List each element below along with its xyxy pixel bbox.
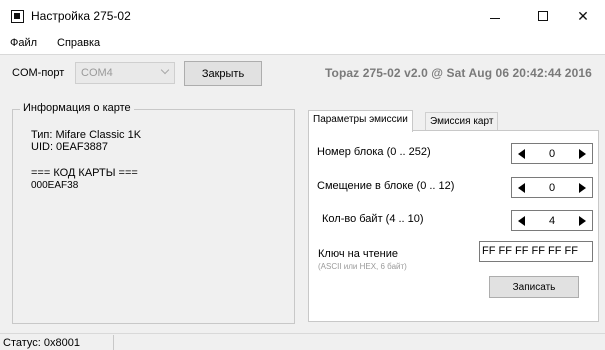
com-port-value: COM4 [81,67,113,79]
block-number-value: 0 [548,148,556,160]
tab-emission-params[interactable]: Параметры эмиссии [308,110,413,132]
window-title: Настройка 275-02 [31,9,131,23]
close-icon: ✕ [577,7,589,24]
minimize-button[interactable] [473,0,517,32]
status-text: Статус: 0x8001 [3,337,80,349]
card-type: Тип: Mifare Classic 1K [31,129,142,141]
write-button[interactable]: Записать [489,276,579,298]
close-port-button[interactable]: Закрыть [184,61,262,86]
block-number-label: Номер блока (0 .. 252) [317,146,431,158]
increment-icon[interactable] [579,216,586,226]
decrement-icon[interactable] [518,183,525,193]
maximize-icon [538,11,548,21]
menu-file[interactable]: Файл [10,37,37,49]
maximize-button[interactable] [521,0,565,32]
byte-count-stepper[interactable]: 4 [511,210,593,231]
read-key-input[interactable]: FF FF FF FF FF FF [479,241,593,262]
card-code-value: 000EAF38 [31,180,79,191]
minimize-icon [490,17,500,19]
chevron-down-icon [160,65,170,75]
status-separator [113,335,114,350]
title-bar: Настройка 275-02 ✕ [0,0,605,32]
tab-card-emission[interactable]: Эмиссия карт [425,112,499,130]
byte-count-label: Кол-во байт (4 .. 10) [322,213,424,225]
block-offset-value: 0 [548,182,556,194]
decrement-icon[interactable] [518,216,525,226]
menu-help[interactable]: Справка [57,37,100,49]
increment-icon[interactable] [579,149,586,159]
card-uid: UID: 0EAF3887 [31,141,109,153]
status-bar: Статус: 0x8001 [0,333,605,350]
block-offset-stepper[interactable]: 0 [511,177,593,198]
read-key-label: Ключ на чтение [318,248,398,260]
card-code-header: === КОД КАРТЫ === [31,167,138,179]
block-offset-label: Смещение в блоке (0 .. 12) [317,180,455,192]
app-icon [11,10,24,23]
com-port-label: COM-порт [12,67,65,79]
version-text: Topaz 275-02 v2.0 @ Sat Aug 06 20:42:44 … [325,66,592,80]
card-info-title: Информация о карте [20,102,134,114]
byte-count-value: 4 [548,215,556,227]
read-key-hint: (ASCII или HEX, 6 байт) [318,262,407,271]
decrement-icon[interactable] [518,149,525,159]
com-port-select[interactable]: COM4 [75,62,175,84]
block-number-stepper[interactable]: 0 [511,143,593,164]
menu-divider [0,54,605,55]
close-window-button[interactable]: ✕ [561,0,605,32]
increment-icon[interactable] [579,183,586,193]
menu-bar: Файл Справка [0,32,605,54]
